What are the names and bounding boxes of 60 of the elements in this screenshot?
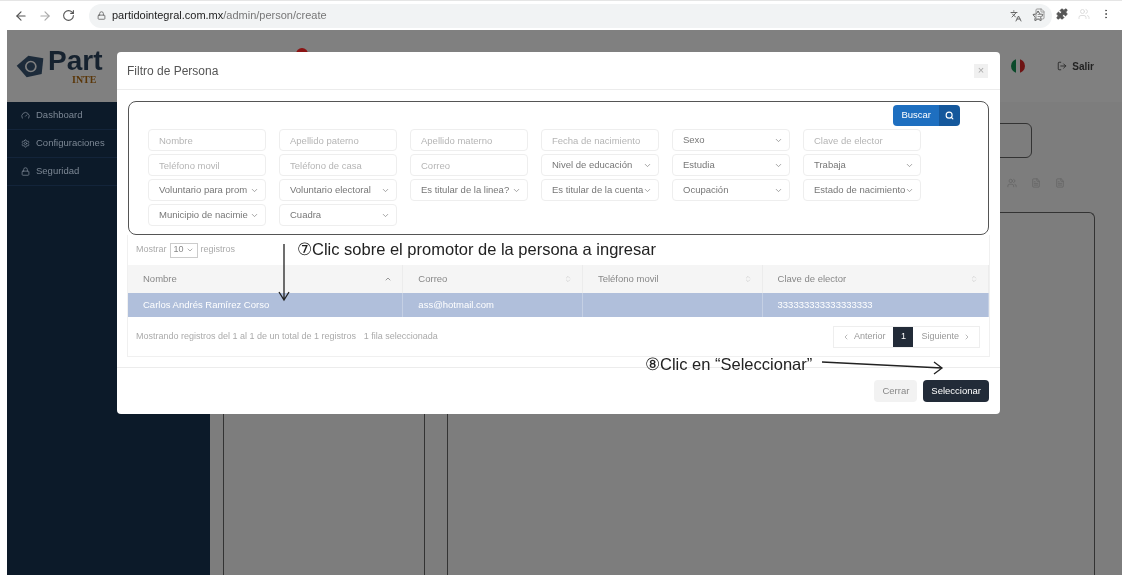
address-bar[interactable]: partidointegral.com.mx/admin/person/create (89, 3, 1052, 28)
column-header[interactable]: Nombre (143, 271, 177, 287)
logo-text: Part (48, 47, 103, 75)
reload-icon[interactable] (62, 9, 75, 22)
gear-icon (21, 139, 30, 148)
input-field[interactable]: Nombre (148, 129, 266, 151)
column-header[interactable]: Correo (418, 271, 448, 287)
table-cell-text: ass@hotmail.com (418, 297, 494, 312)
column-header[interactable]: Clave de elector (777, 271, 847, 287)
select-field[interactable]: Estudia (672, 154, 790, 176)
select-field[interactable]: Es titular de la linea? (410, 179, 528, 201)
lock-icon (97, 11, 106, 20)
previous-button[interactable]: Anterior (833, 326, 894, 347)
chevron-down-icon (185, 246, 194, 254)
select-field[interactable]: Voluntario electoral (279, 179, 397, 201)
select-button[interactable]: Seleccionar (923, 380, 989, 402)
modal-title: Filtro de Persona (127, 62, 219, 80)
puzzle-icon[interactable] (1056, 8, 1068, 20)
length-label: registros (200, 243, 236, 257)
input-field[interactable]: Apellido paterno (279, 129, 397, 151)
back-icon[interactable] (14, 8, 28, 23)
select-field[interactable]: Cuadra (279, 204, 397, 226)
select-field[interactable]: Voluntario para prom (148, 179, 266, 201)
page-button[interactable]: 1 (893, 326, 914, 347)
input-field[interactable]: Fecha de nacimiento (541, 129, 659, 151)
chevron-right-icon (963, 332, 971, 341)
logout-icon (1057, 61, 1068, 71)
input-field[interactable]: Teléfono movil (148, 154, 266, 176)
input-field[interactable]: Correo (410, 154, 528, 176)
mexico-flag-icon[interactable] (1011, 59, 1026, 73)
select-field[interactable]: Estado de nacimiento (803, 179, 921, 201)
close-button[interactable]: Cerrar (874, 380, 918, 402)
length-select[interactable]: 10 (169, 242, 198, 258)
annotation-text: ⑦Clic sobre el promotor de la persona a ingresar (297, 239, 656, 260)
select-field[interactable]: Municipio de nacimie (148, 204, 266, 226)
gauge-icon (21, 111, 30, 120)
url-text: partidointegral.com.mx/admin/person/create (112, 8, 327, 24)
table-cell-text: Carlos Andrés Ramírez Corso (143, 297, 270, 312)
translate-icon[interactable] (1010, 9, 1022, 22)
logo-subtext: INTE (72, 75, 98, 85)
logo-icon (15, 53, 45, 79)
annotation-text: ⑧Clic en “Seleccionar” (645, 354, 813, 375)
logout-button[interactable]: Salir (1057, 58, 1094, 74)
select-field[interactable]: Sexo (672, 129, 790, 151)
table-info: Mostrando registros del 1 al 1 de un total de 1 registros 1 fila seleccionada (136, 329, 438, 343)
table-cell-text: 333333333333333333 (777, 297, 873, 312)
length-label: Mostrar (136, 243, 167, 257)
select-field[interactable]: Es titular de la cuenta (541, 179, 659, 201)
next-button[interactable]: Siguiente (913, 326, 979, 347)
column-header[interactable]: Teléfono movil (597, 271, 659, 287)
input-field[interactable]: Teléfono de casa (279, 154, 397, 176)
select-field[interactable]: Nivel de educación (541, 154, 659, 176)
annotation-arrow (278, 244, 290, 302)
select-field[interactable]: Ocupación (672, 179, 790, 201)
search-icon (945, 111, 954, 120)
input-field[interactable]: Clave de elector (803, 129, 921, 151)
select-field[interactable]: Trabaja (803, 154, 921, 176)
forward-icon[interactable] (38, 8, 52, 23)
input-field[interactable]: Apellido materno (410, 129, 528, 151)
lock-icon (21, 167, 30, 176)
